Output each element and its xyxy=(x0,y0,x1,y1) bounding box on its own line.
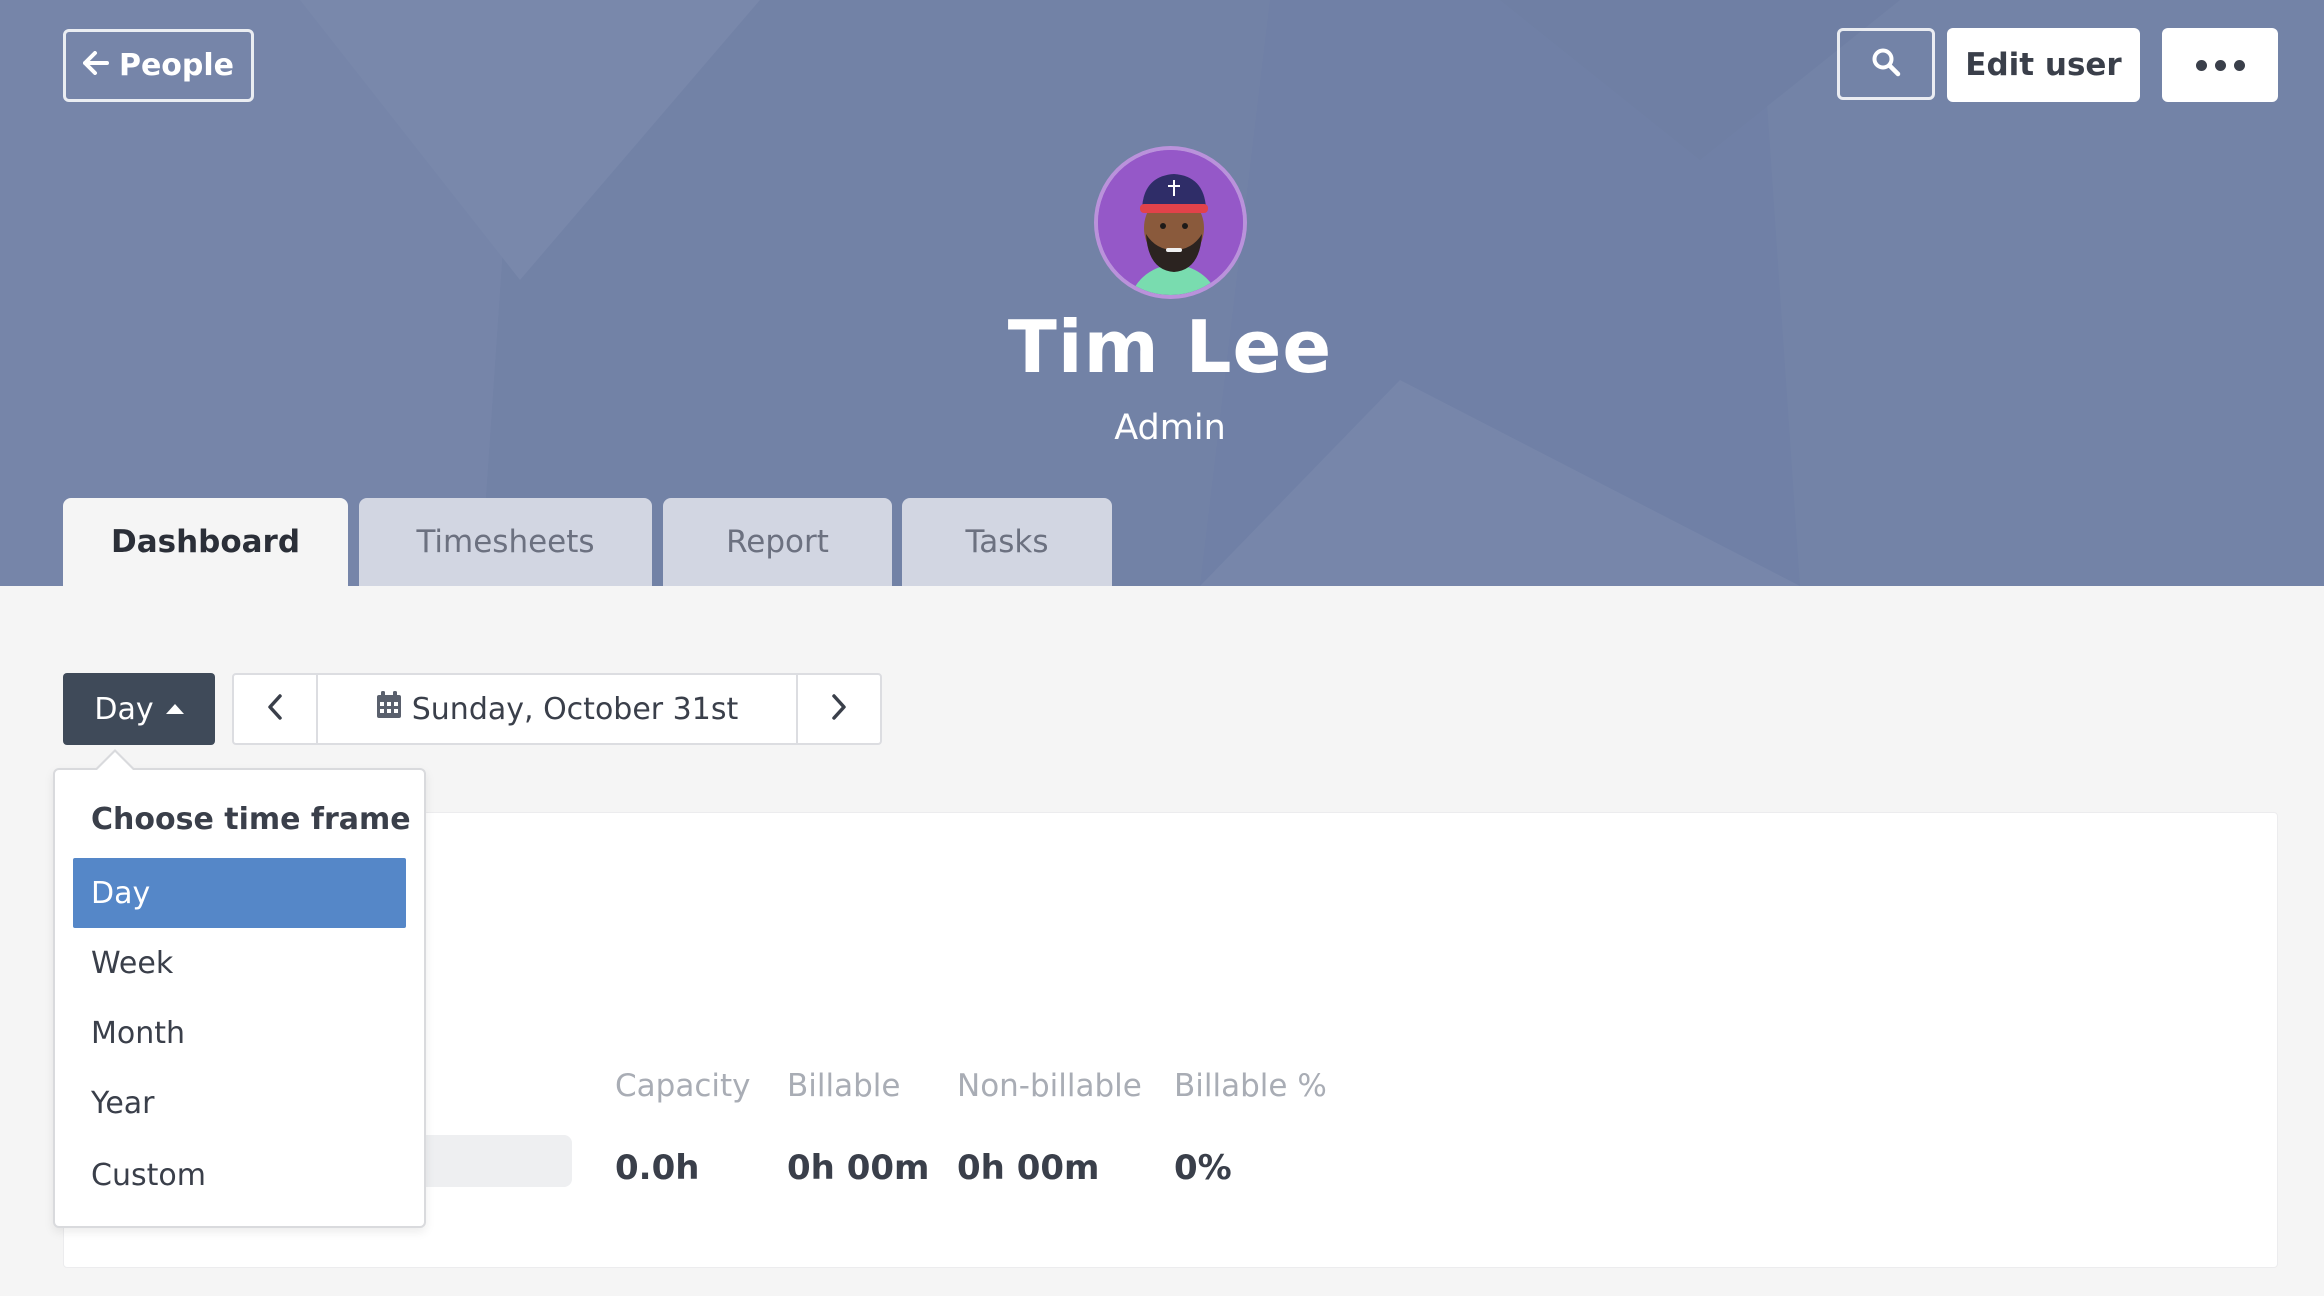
menu-heading: Choose time frame xyxy=(91,802,411,837)
stat-label-billable: Billable xyxy=(787,1068,901,1104)
chevron-left-icon xyxy=(266,693,284,725)
more-options-button[interactable] xyxy=(2162,28,2278,102)
menu-item-day[interactable]: Day xyxy=(73,858,406,928)
avatar xyxy=(1094,146,1247,299)
date-text: Sunday, October 31st xyxy=(411,691,739,727)
stat-label-billable-percent: Billable % xyxy=(1174,1068,1327,1104)
menu-item-month[interactable]: Month xyxy=(73,998,406,1068)
date-picker-button[interactable]: Sunday, October 31st xyxy=(318,675,796,743)
previous-date-button[interactable] xyxy=(234,675,318,743)
user-name: Tim Lee xyxy=(1007,305,1333,389)
back-button-label: People xyxy=(118,48,235,83)
stat-value-capacity: 0.0h xyxy=(615,1148,700,1188)
tab-timesheets[interactable]: Timesheets xyxy=(359,498,652,586)
menu-item-week[interactable]: Week xyxy=(73,928,406,998)
stat-label-capacity: Capacity xyxy=(615,1068,751,1104)
more-dots-icon xyxy=(2195,59,2245,71)
stat-label-non-billable: Non-billable xyxy=(957,1068,1142,1104)
edit-user-button[interactable]: Edit user xyxy=(1947,28,2140,102)
tab-tasks[interactable]: Tasks xyxy=(902,498,1112,586)
timeframe-label: Day xyxy=(94,691,154,727)
timeframe-dropdown-button[interactable]: Day xyxy=(63,673,215,745)
menu-item-custom[interactable]: Custom xyxy=(73,1140,406,1210)
menu-item-year[interactable]: Year xyxy=(73,1068,406,1138)
calendar-icon xyxy=(376,691,402,727)
arrow-left-icon xyxy=(82,48,109,83)
date-navigator: Sunday, October 31st xyxy=(232,673,882,745)
user-role: Admin xyxy=(1114,408,1226,448)
edit-user-label: Edit user xyxy=(1965,47,2122,83)
back-to-people-button[interactable]: People xyxy=(63,29,254,102)
profile-header: People Edit user Tim Lee Admin Dashboard xyxy=(0,0,2324,586)
search-icon xyxy=(1871,47,1901,81)
tab-dashboard[interactable]: Dashboard xyxy=(63,498,348,586)
chevron-right-icon xyxy=(830,693,848,725)
search-button[interactable] xyxy=(1837,28,1935,100)
stat-value-billable: 0h 00m xyxy=(787,1148,930,1188)
stat-value-billable-percent: 0% xyxy=(1174,1148,1232,1188)
menu-pointer xyxy=(97,752,133,770)
next-date-button[interactable] xyxy=(796,675,880,743)
tab-report[interactable]: Report xyxy=(663,498,892,586)
caret-up-icon xyxy=(165,704,184,714)
timeframe-menu: Choose time frame Day Week Month Year Cu… xyxy=(53,749,426,1228)
stat-value-non-billable: 0h 00m xyxy=(957,1148,1100,1188)
